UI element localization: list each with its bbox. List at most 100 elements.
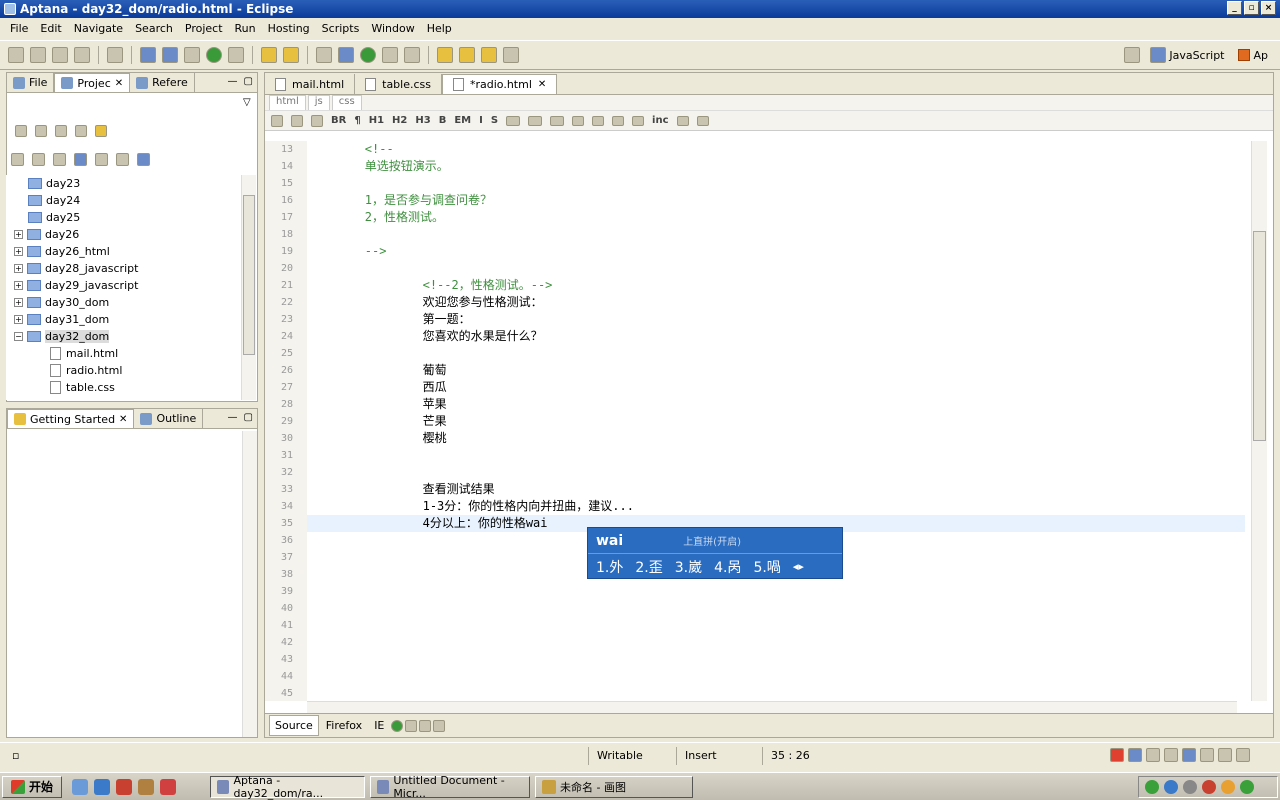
code-line[interactable] bbox=[307, 583, 1245, 600]
tray-icon[interactable] bbox=[1240, 780, 1254, 794]
skin-icon[interactable] bbox=[1218, 748, 1232, 762]
ime-candidate[interactable]: 4.呙 bbox=[714, 557, 741, 577]
inc-button[interactable]: inc bbox=[652, 115, 668, 126]
subtab-css[interactable]: css bbox=[331, 95, 362, 110]
view-menu-icon[interactable]: ▽ bbox=[243, 97, 251, 108]
expand-icon[interactable]: + bbox=[14, 281, 23, 290]
next-annotation-icon[interactable] bbox=[437, 47, 453, 63]
maximize-view-icon[interactable]: ▢ bbox=[244, 76, 253, 87]
tree-scrollbar[interactable] bbox=[241, 175, 256, 400]
ime-candidate[interactable]: 1.外 bbox=[596, 557, 623, 577]
collapse-all-icon[interactable] bbox=[75, 125, 87, 137]
code-line[interactable] bbox=[307, 651, 1245, 668]
h2-button[interactable]: H2 bbox=[392, 115, 407, 126]
app-icon[interactable] bbox=[116, 778, 133, 795]
close-button[interactable]: × bbox=[1261, 1, 1276, 15]
perspective-aptana[interactable]: Ap bbox=[1234, 47, 1272, 64]
tab-getting-started[interactable]: Getting Started ✕ bbox=[7, 409, 135, 428]
tree-item[interactable]: mail.html bbox=[6, 345, 256, 362]
quick-launch-icon[interactable] bbox=[72, 778, 89, 795]
code-line[interactable] bbox=[307, 260, 1245, 277]
minimize-view-icon[interactable]: — bbox=[228, 76, 238, 87]
tile-icon[interactable] bbox=[95, 153, 108, 166]
menu-navigate[interactable]: Navigate bbox=[68, 22, 129, 35]
minimize-button[interactable]: _ bbox=[1227, 1, 1242, 15]
unordered-list-icon[interactable] bbox=[592, 115, 605, 126]
code-line[interactable] bbox=[307, 175, 1245, 192]
expand-icon[interactable]: + bbox=[14, 230, 23, 239]
refresh-icon[interactable] bbox=[32, 153, 45, 166]
menu-edit[interactable]: Edit bbox=[34, 22, 67, 35]
menu-file[interactable]: File bbox=[4, 22, 34, 35]
h3-button[interactable]: H3 bbox=[415, 115, 430, 126]
menu-scripts[interactable]: Scripts bbox=[316, 22, 366, 35]
code-line[interactable]: 2，性格测试。 bbox=[307, 209, 1245, 226]
tr-icon[interactable] bbox=[632, 115, 645, 126]
expand-icon[interactable]: + bbox=[14, 247, 23, 256]
maximize-button[interactable]: ▫ bbox=[1244, 1, 1259, 15]
menu-hosting[interactable]: Hosting bbox=[262, 22, 316, 35]
editor-tab-table-css[interactable]: table.css bbox=[355, 74, 442, 94]
task-dreamweaver[interactable]: Untitled Document - Micr... bbox=[370, 774, 530, 800]
close-icon[interactable]: ✕ bbox=[538, 79, 546, 90]
code-line[interactable] bbox=[307, 617, 1245, 634]
print-icon[interactable] bbox=[74, 47, 90, 63]
paragraph-button[interactable]: ¶ bbox=[354, 115, 360, 126]
link-editor-icon[interactable] bbox=[95, 125, 107, 137]
tray-icon[interactable] bbox=[1202, 780, 1216, 794]
editor-scroll-thumb[interactable] bbox=[1253, 231, 1266, 441]
image-icon[interactable] bbox=[528, 115, 543, 126]
user-icon[interactable] bbox=[1200, 748, 1214, 762]
back-nav-icon[interactable] bbox=[15, 125, 27, 137]
tools-icon[interactable] bbox=[1236, 748, 1250, 762]
tab-file[interactable]: File bbox=[7, 73, 55, 92]
remove-preview-icon[interactable] bbox=[419, 719, 432, 732]
code-line[interactable]: 苹果 bbox=[307, 396, 1245, 413]
tab-project[interactable]: Projec ✕ bbox=[54, 73, 131, 92]
menu-search[interactable]: Search bbox=[129, 22, 179, 35]
code-line[interactable]: 芒果 bbox=[307, 413, 1245, 430]
menu-help[interactable]: Help bbox=[421, 22, 458, 35]
tree-item[interactable]: radio.html bbox=[6, 362, 256, 379]
open-type-icon[interactable] bbox=[140, 47, 156, 63]
close-icon[interactable]: ✕ bbox=[115, 78, 123, 89]
debug-icon[interactable] bbox=[184, 47, 200, 63]
table-icon[interactable] bbox=[311, 114, 323, 127]
td-icon[interactable] bbox=[612, 115, 625, 126]
code-line[interactable] bbox=[307, 345, 1245, 362]
bold-button[interactable]: B bbox=[439, 115, 447, 126]
task-aptana[interactable]: Aptana - day32_dom/ra... bbox=[210, 774, 365, 800]
tree-item[interactable]: + day30_dom bbox=[6, 294, 256, 311]
sync-icon[interactable] bbox=[360, 47, 376, 63]
ime-next-page-icon[interactable]: ◂▸ bbox=[793, 560, 804, 573]
editor-tab-mail[interactable]: mail.html bbox=[265, 74, 356, 94]
tree-item[interactable]: day24 bbox=[6, 192, 256, 209]
ordered-list-icon[interactable] bbox=[572, 115, 585, 126]
settings-preview-icon[interactable] bbox=[433, 719, 446, 732]
editor-tab-radio[interactable]: *radio.html ✕ bbox=[442, 74, 558, 94]
new-icon[interactable] bbox=[8, 47, 24, 63]
em-button[interactable]: EM bbox=[454, 115, 471, 126]
tree-item[interactable]: day25 bbox=[6, 209, 256, 226]
link-icon[interactable] bbox=[506, 115, 521, 126]
italic-button[interactable]: I bbox=[479, 115, 483, 126]
maximize-view-icon[interactable]: ▢ bbox=[244, 412, 253, 423]
getting-started-scrollbar[interactable] bbox=[242, 431, 257, 737]
br-button[interactable]: BR bbox=[331, 115, 346, 126]
js-block-icon[interactable] bbox=[696, 115, 709, 126]
tree-item[interactable]: + day28_javascript bbox=[6, 260, 256, 277]
tab-source[interactable]: Source bbox=[269, 715, 319, 736]
code-lines[interactable]: <!-- 单选按钮演示。 1，是否参与调查问卷？ 2，性格测试。 --> <!-… bbox=[307, 141, 1245, 701]
doc-icon[interactable] bbox=[291, 114, 303, 127]
tree-scroll-thumb[interactable] bbox=[243, 195, 255, 355]
edit-preview-icon[interactable] bbox=[405, 719, 418, 732]
home-icon[interactable] bbox=[316, 47, 332, 63]
task-paint[interactable]: 未命名 - 画图 bbox=[535, 776, 693, 798]
tab-references[interactable]: Refere bbox=[130, 73, 195, 92]
menu-run[interactable]: Run bbox=[229, 22, 262, 35]
email-icon[interactable] bbox=[550, 115, 565, 126]
code-line[interactable]: 第一题： bbox=[307, 311, 1245, 328]
code-line[interactable]: 查看测试结果 bbox=[307, 481, 1245, 498]
forward-icon[interactable] bbox=[503, 47, 519, 63]
external-tools-icon[interactable] bbox=[228, 47, 244, 63]
